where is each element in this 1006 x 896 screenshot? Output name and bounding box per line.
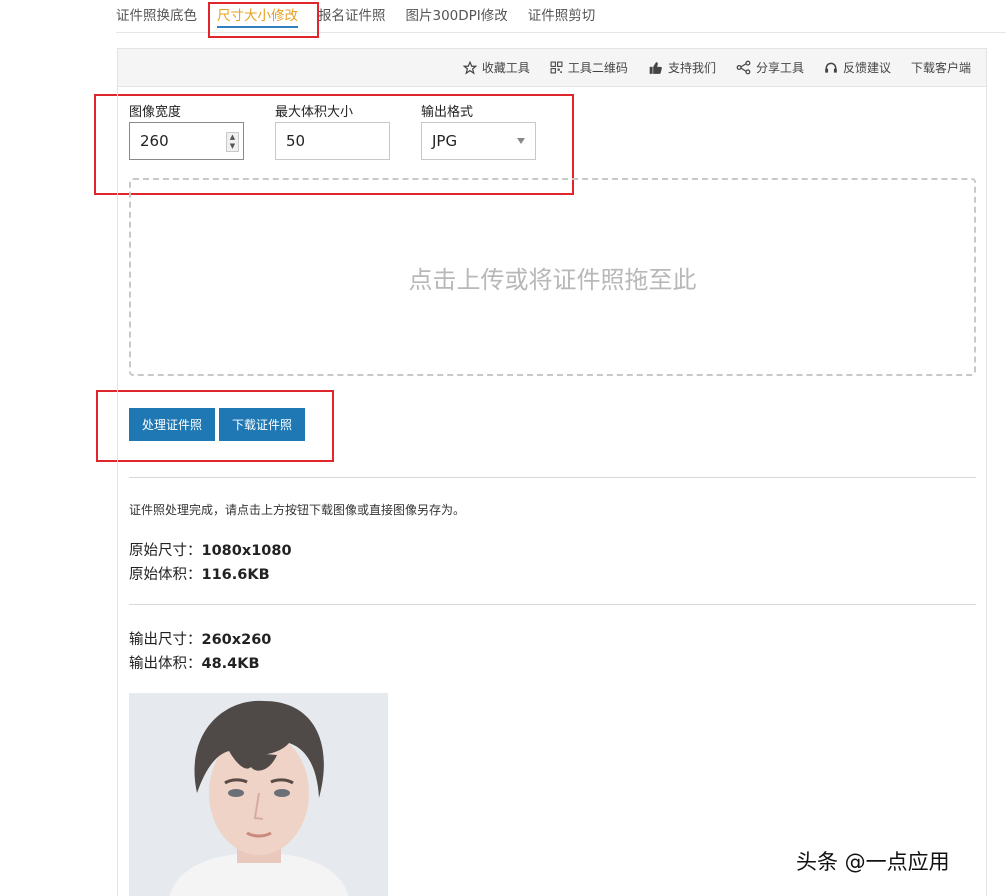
watermark-text: 头条 @一点应用 xyxy=(796,850,950,874)
qrcode-tool-button[interactable]: 工具二维码 xyxy=(550,59,628,76)
annotation-box-tab xyxy=(208,2,319,38)
original-weight-label: 原始体积： xyxy=(129,567,202,583)
divider xyxy=(129,477,976,478)
qrcode-tool-label: 工具二维码 xyxy=(567,61,628,75)
process-photo-button[interactable]: 处理证件照 xyxy=(129,408,215,441)
share-tool-button[interactable]: 分享工具 xyxy=(736,59,804,76)
headset-icon xyxy=(825,62,837,73)
original-size-row: 原始尺寸：1080x1080 xyxy=(129,539,292,560)
download-photo-button[interactable]: 下载证件照 xyxy=(219,408,305,441)
output-weight-row: 输出体积：48.4KB xyxy=(129,652,260,673)
toolbar: 收藏工具 工具二维码 支持我们 分享工具 反馈建议 下载客户端 xyxy=(118,49,986,87)
share-tool-label: 分享工具 xyxy=(755,61,804,75)
chevron-down-icon xyxy=(517,138,525,144)
output-size-label: 输出尺寸： xyxy=(129,632,202,648)
format-value: JPG xyxy=(432,132,458,150)
stepper-up-icon[interactable]: ▲ xyxy=(230,134,235,141)
tab-exam-photo[interactable]: 报名证件照 xyxy=(318,4,386,28)
thumbs-up-icon xyxy=(649,61,662,74)
download-client-label: 下载客户端 xyxy=(910,61,971,75)
width-label: 图像宽度 xyxy=(129,105,182,120)
max-size-label: 最大体积大小 xyxy=(275,105,354,120)
tab-crop[interactable]: 证件照剪切 xyxy=(528,4,596,28)
favorite-tool-label: 收藏工具 xyxy=(481,61,530,75)
upload-dropzone[interactable]: 点击上传或将证件照拖至此 xyxy=(129,178,976,376)
dropzone-text: 点击上传或将证件照拖至此 xyxy=(408,265,697,294)
max-size-value: 50 xyxy=(286,132,306,150)
output-size-row: 输出尺寸：260x260 xyxy=(129,628,271,649)
width-value: 260 xyxy=(140,132,169,150)
tool-tabs: 证件照换底色 尺寸大小修改 报名证件照 图片300DPI修改 证件照剪切 xyxy=(116,0,615,32)
original-size-label: 原始尺寸： xyxy=(129,543,202,559)
divider xyxy=(129,604,976,605)
format-label: 输出格式 xyxy=(421,105,474,120)
favorite-tool-button[interactable]: 收藏工具 xyxy=(462,59,530,76)
format-select[interactable]: JPG xyxy=(421,122,536,160)
share-icon xyxy=(736,60,751,75)
star-icon xyxy=(462,60,477,75)
number-stepper[interactable]: ▲ ▼ xyxy=(226,132,239,152)
stepper-down-icon[interactable]: ▼ xyxy=(230,143,235,150)
tool-panel: 收藏工具 工具二维码 支持我们 分享工具 反馈建议 下载客户端 图像宽度 260… xyxy=(117,48,987,896)
qrcode-icon xyxy=(550,61,563,74)
max-size-input[interactable]: 50 xyxy=(275,122,390,160)
original-weight-value: 116.6KB xyxy=(201,567,270,583)
tab-change-background[interactable]: 证件照换底色 xyxy=(116,4,197,28)
download-client-link[interactable]: 下载客户端 xyxy=(911,59,971,76)
portrait-image xyxy=(129,693,388,896)
feedback-button[interactable]: 反馈建议 xyxy=(824,59,891,76)
width-input[interactable]: 260 ▲ ▼ xyxy=(129,122,244,160)
tab-300dpi[interactable]: 图片300DPI修改 xyxy=(406,4,508,28)
output-weight-label: 输出体积： xyxy=(129,656,202,672)
original-size-value: 1080x1080 xyxy=(201,543,292,559)
feedback-label: 反馈建议 xyxy=(842,61,891,75)
result-photo xyxy=(129,693,388,896)
support-button[interactable]: 支持我们 xyxy=(648,59,716,76)
support-label: 支持我们 xyxy=(667,61,716,75)
output-weight-value: 48.4KB xyxy=(201,656,260,672)
original-weight-row: 原始体积：116.6KB xyxy=(129,563,270,584)
status-message: 证件照处理完成，请点击上方按钮下载图像或直接图像另存为。 xyxy=(129,503,466,517)
output-size-value: 260x260 xyxy=(201,632,272,648)
